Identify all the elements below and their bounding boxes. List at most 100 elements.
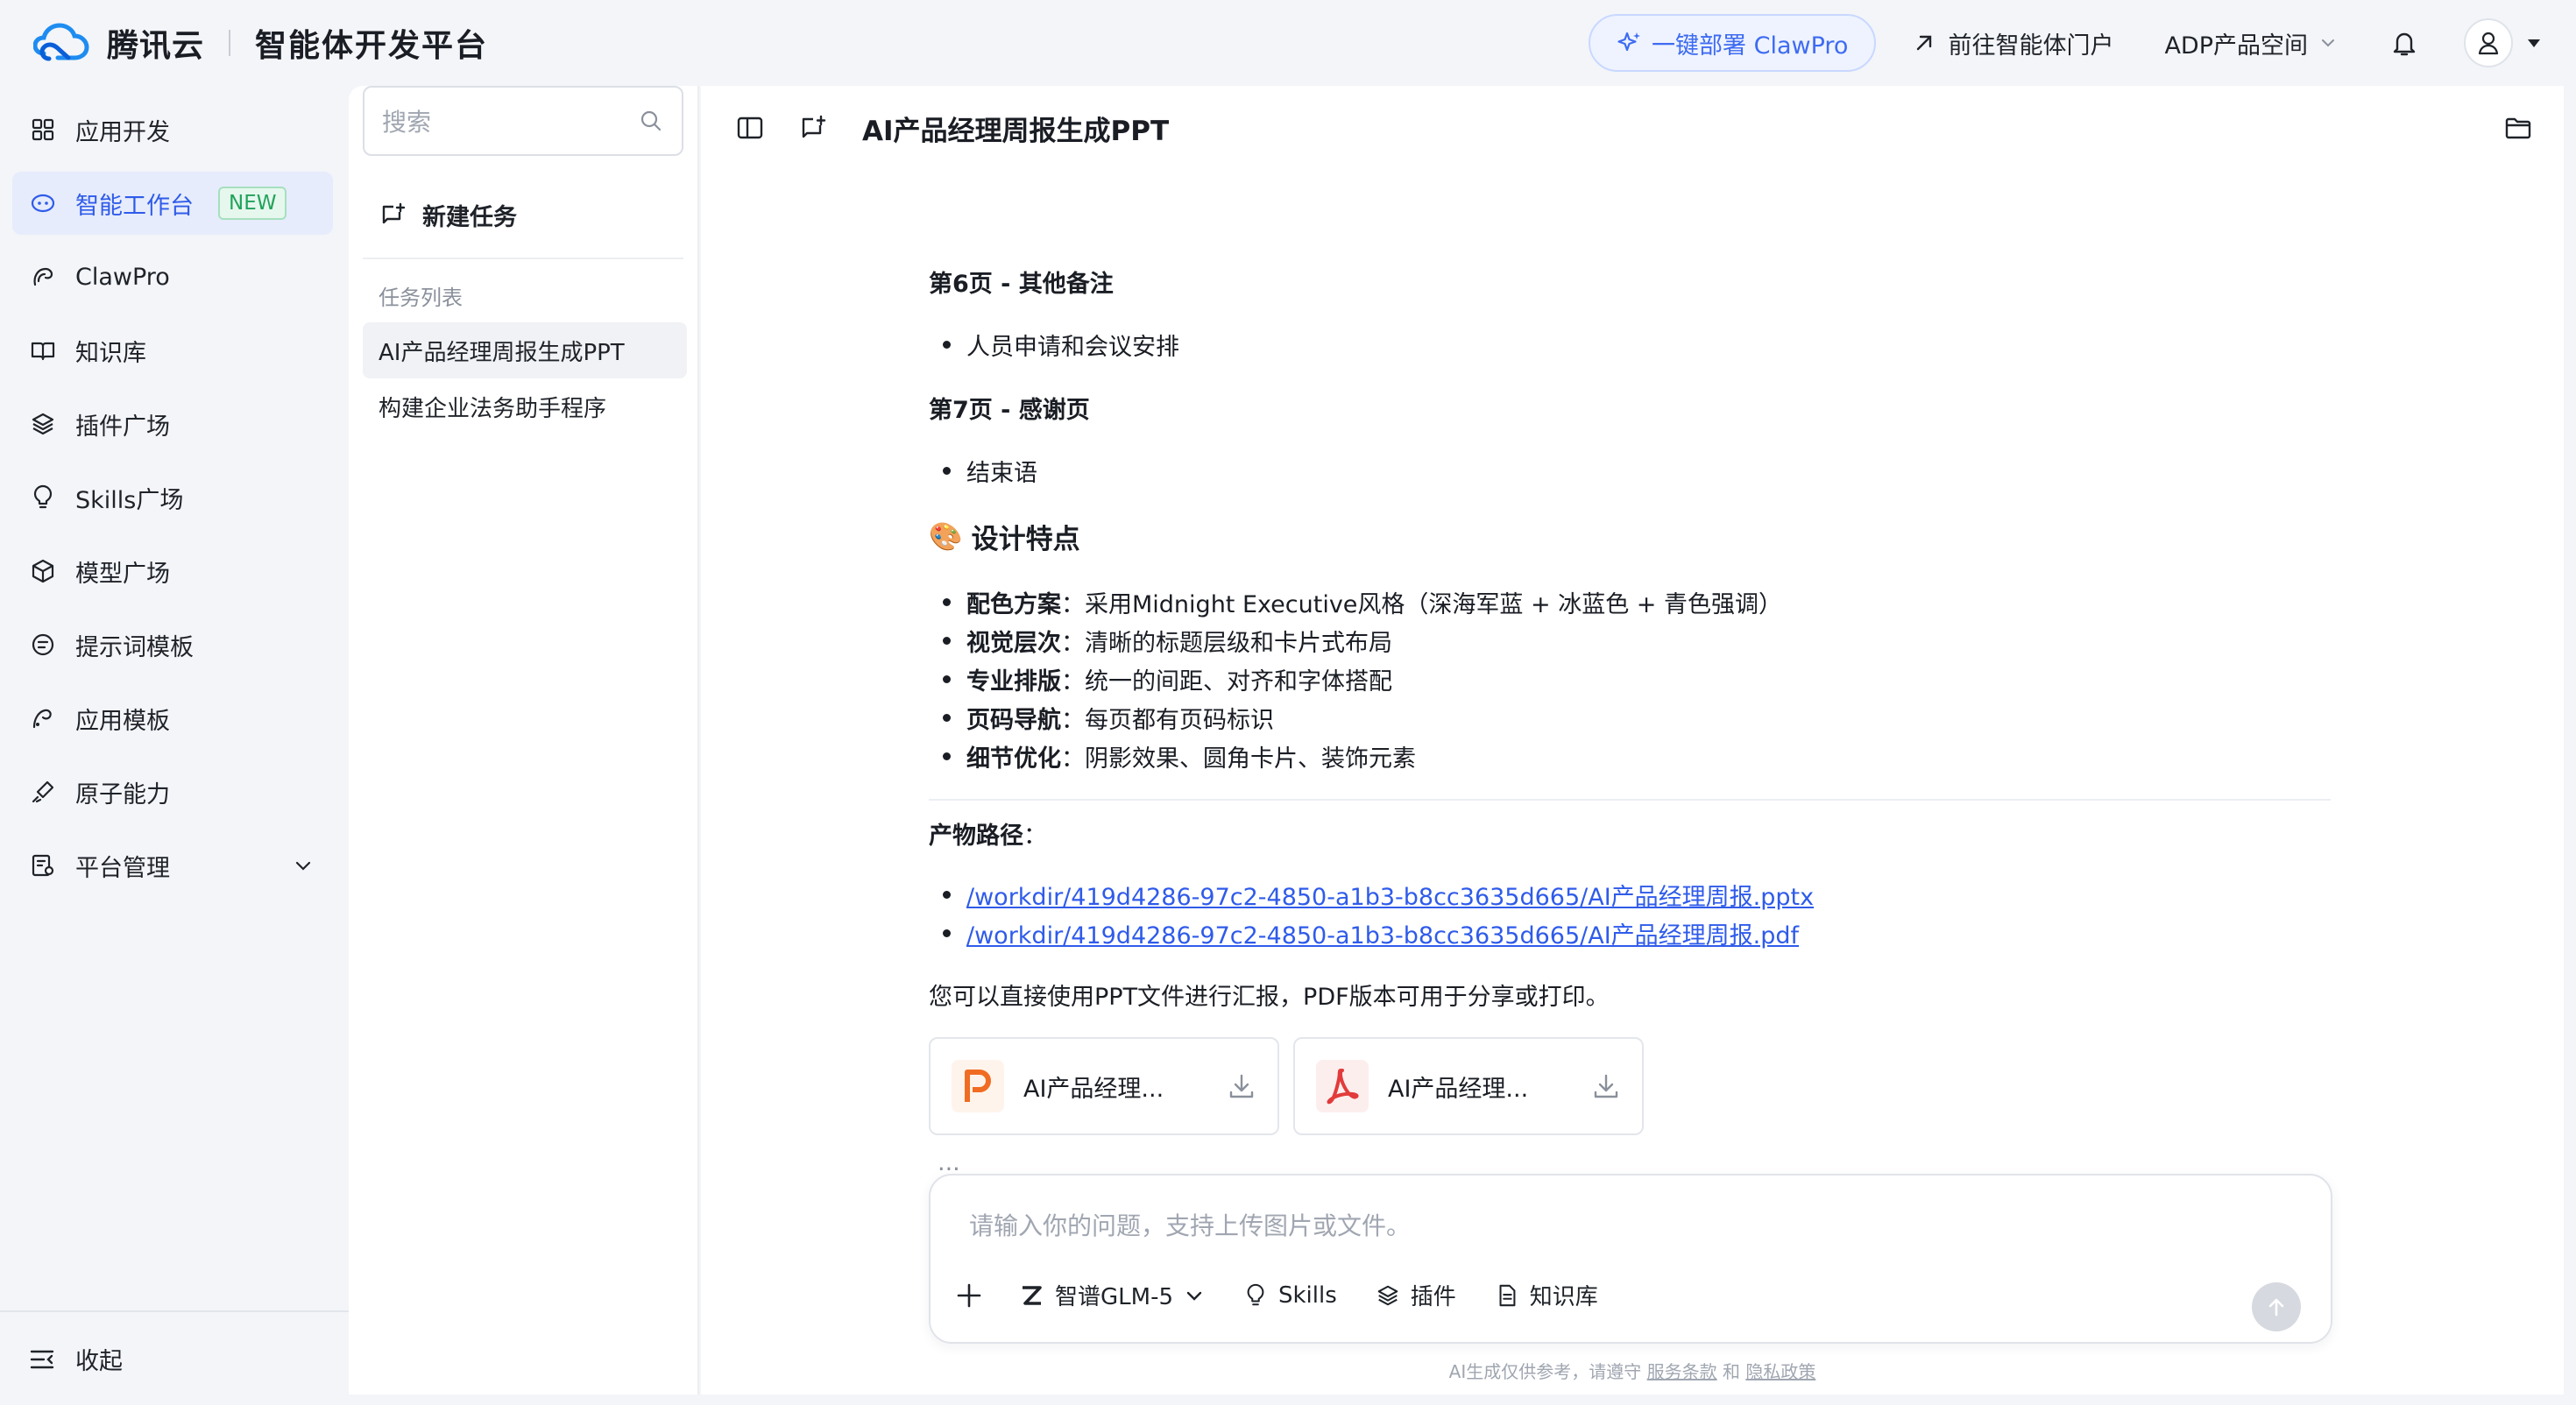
user-icon (2478, 32, 2499, 55)
collapse-label: 收起 (75, 1348, 123, 1375)
top-bar: 腾讯云 智能体开发平台 一键部署 ClawPro 前往智能体门户 ADP产品空间 (0, 0, 2576, 86)
terms-link[interactable]: 服务条款 (1647, 1361, 1717, 1382)
sidebar-item-label: 应用开发 (75, 118, 170, 146)
download-icon[interactable] (1227, 1071, 1256, 1101)
brand[interactable]: 腾讯云 智能体开发平台 (33, 18, 488, 67)
add-attachment-icon[interactable] (953, 1280, 985, 1311)
sidebar-item-platform-manage[interactable]: 平台管理 (12, 834, 333, 897)
bullet-text: 结束语 (966, 460, 1037, 487)
brand-name: 腾讯云 (107, 28, 205, 64)
manage-icon (32, 854, 54, 877)
collapse-sidebar-button[interactable]: 收起 (28, 1342, 123, 1376)
sidebar-item-models[interactable]: 模型广场 (12, 540, 333, 603)
pptx-file-card[interactable]: AI产品经理... (929, 1037, 1279, 1135)
sidebar-item-label: 模型广场 (75, 560, 170, 588)
layers-icon (32, 413, 54, 435)
task-item[interactable]: 构建企业法务助手程序 (363, 378, 687, 434)
new-chat-icon[interactable] (797, 112, 829, 144)
knowledge-base-button[interactable]: 知识库 (1495, 1279, 1598, 1311)
sidebar-item-clawpro[interactable]: ClawPro (12, 245, 333, 308)
claw-icon (33, 267, 53, 286)
privacy-link[interactable]: 隐私政策 (1745, 1361, 1815, 1382)
chat-input[interactable]: 请输入你的问题，支持上传图片或文件。 (969, 1207, 1411, 1242)
bell-icon[interactable] (2388, 27, 2420, 59)
model-label: 智谱GLM-5 (1055, 1284, 1173, 1310)
pdf-file-icon (1316, 1060, 1369, 1112)
main-panel: AI产品经理周报生成PPT 第6页 - 其他备注 人员申请和会议安排 第7页 -… (701, 86, 2564, 1394)
user-menu[interactable] (2464, 18, 2543, 67)
product-space-dropdown[interactable]: ADP产品空间 (2164, 26, 2338, 60)
toggle-panel-icon[interactable] (734, 112, 766, 144)
caret-down-icon (2528, 39, 2540, 47)
plugins-button[interactable]: 插件 (1376, 1279, 1456, 1311)
sidebar-item-app-templates[interactable]: 应用模板 (12, 687, 333, 750)
chevron-down-icon (295, 861, 311, 871)
sidebar-item-label: 智能工作台 (75, 192, 194, 220)
design-title: 设计特点 (971, 524, 1080, 555)
new-task-button[interactable]: 新建任务 (379, 198, 517, 232)
feature-value: ：每页都有页码标识 (1061, 707, 1274, 734)
sidebar-item-label: 平台管理 (75, 854, 170, 882)
pdf-file-card[interactable]: AI产品经理... (1293, 1037, 1644, 1135)
cube-icon (32, 559, 54, 583)
sidebar-item-label: 知识库 (75, 339, 146, 367)
task-divider (363, 258, 683, 259)
sidebar-item-workbench[interactable]: 智能工作台 NEW (12, 172, 333, 235)
sidebar-item-label: 应用模板 (75, 707, 170, 735)
sidebar-item-prompts[interactable]: 提示词模板 (12, 613, 333, 676)
file-name: AI产品经理... (1023, 1075, 1164, 1103)
send-button[interactable] (2252, 1282, 2301, 1331)
download-icon[interactable] (1591, 1071, 1621, 1101)
sidebar-item-knowledge[interactable]: 知识库 (12, 319, 333, 382)
document-icon (1499, 1284, 1516, 1306)
bulb-icon (33, 484, 53, 509)
pdf-glyph (1327, 1069, 1359, 1105)
new-task-label: 新建任务 (422, 204, 517, 231)
book-icon (31, 342, 55, 361)
list-item: 专业排版 ：统一的间距、对齐和字体搭配 (943, 662, 1392, 696)
disclaimer-text: AI生成仅供参考，请遵守 (1448, 1361, 1642, 1382)
arrow-up-icon (2268, 1298, 2284, 1317)
sidebar-item-plugins[interactable]: 插件广场 (12, 392, 333, 455)
collapse-icon (30, 1350, 54, 1368)
bullet-text: 人员申请和会议安排 (966, 334, 1179, 361)
search-placeholder: 搜索 (382, 108, 432, 137)
section-divider (929, 799, 2331, 801)
output-label: 产物路径 (929, 823, 1023, 850)
page6-heading: 第6页 - 其他备注 (929, 271, 1114, 298)
atom-icon (32, 780, 54, 803)
feature-key: 页码导航 (966, 707, 1061, 734)
deploy-clawpro-button[interactable]: 一键部署 ClawPro (1589, 14, 1877, 72)
workbench-icon (31, 194, 55, 213)
sparkle-icon (1617, 32, 1641, 52)
product-name: 智能体开发平台 (255, 28, 489, 64)
agent-portal-link[interactable]: 前往智能体门户 (1911, 26, 2113, 60)
list-item: /workdir/419d4286-97c2-4850-a1b3-b8cc363… (943, 878, 1814, 912)
list-item: 视觉层次 ：清晰的标题层级和卡片式布局 (943, 624, 1392, 658)
sidebar-item-atomic[interactable]: 原子能力 (12, 760, 333, 823)
task-item[interactable]: AI产品经理周报生成PPT (363, 322, 687, 378)
disclaimer-and: 和 (1722, 1361, 1740, 1382)
pptx-path-link[interactable]: /workdir/419d4286-97c2-4850-a1b3-b8cc363… (966, 878, 1814, 912)
page7-heading: 第7页 - 感谢页 (929, 397, 1090, 424)
skills-button[interactable]: Skills (1243, 1282, 1337, 1309)
sidebar-item-label: 提示词模板 (75, 633, 194, 661)
skills-label: Skills (1278, 1281, 1337, 1309)
composer-toolbar: 智谱GLM-5 Skills 插件 知识库 (953, 1279, 1637, 1311)
pdf-path-link[interactable]: /workdir/419d4286-97c2-4850-a1b3-b8cc363… (966, 916, 1799, 950)
task-search-input[interactable]: 搜索 (363, 86, 683, 156)
chevron-down-icon (2322, 39, 2334, 47)
sidebar-item-label: 插件广场 (75, 413, 170, 441)
feature-key: 配色方案 (966, 591, 1061, 618)
output-heading: 产物路径： (929, 816, 1047, 851)
sidebar-item-label: ClawPro (75, 263, 170, 291)
sidebar: 应用开发 智能工作台 NEW ClawPro 知识库 插件广场 Skills广场… (0, 86, 349, 1405)
task-panel: 搜索 新建任务 任务列表 AI产品经理周报生成PPT 构建企业法务助手程序 (349, 86, 699, 1394)
message-composer[interactable]: 请输入你的问题，支持上传图片或文件。 智谱GLM-5 Skills 插件 知识库 (929, 1174, 2332, 1344)
model-selector[interactable]: 智谱GLM-5 (1018, 1279, 1205, 1311)
sidebar-item-app-dev[interactable]: 应用开发 (12, 98, 333, 161)
palette-icon: 🎨 (929, 521, 963, 553)
folder-icon[interactable] (2502, 112, 2534, 144)
sidebar-item-skills[interactable]: Skills广场 (12, 466, 333, 529)
new-chat-icon (382, 202, 406, 223)
